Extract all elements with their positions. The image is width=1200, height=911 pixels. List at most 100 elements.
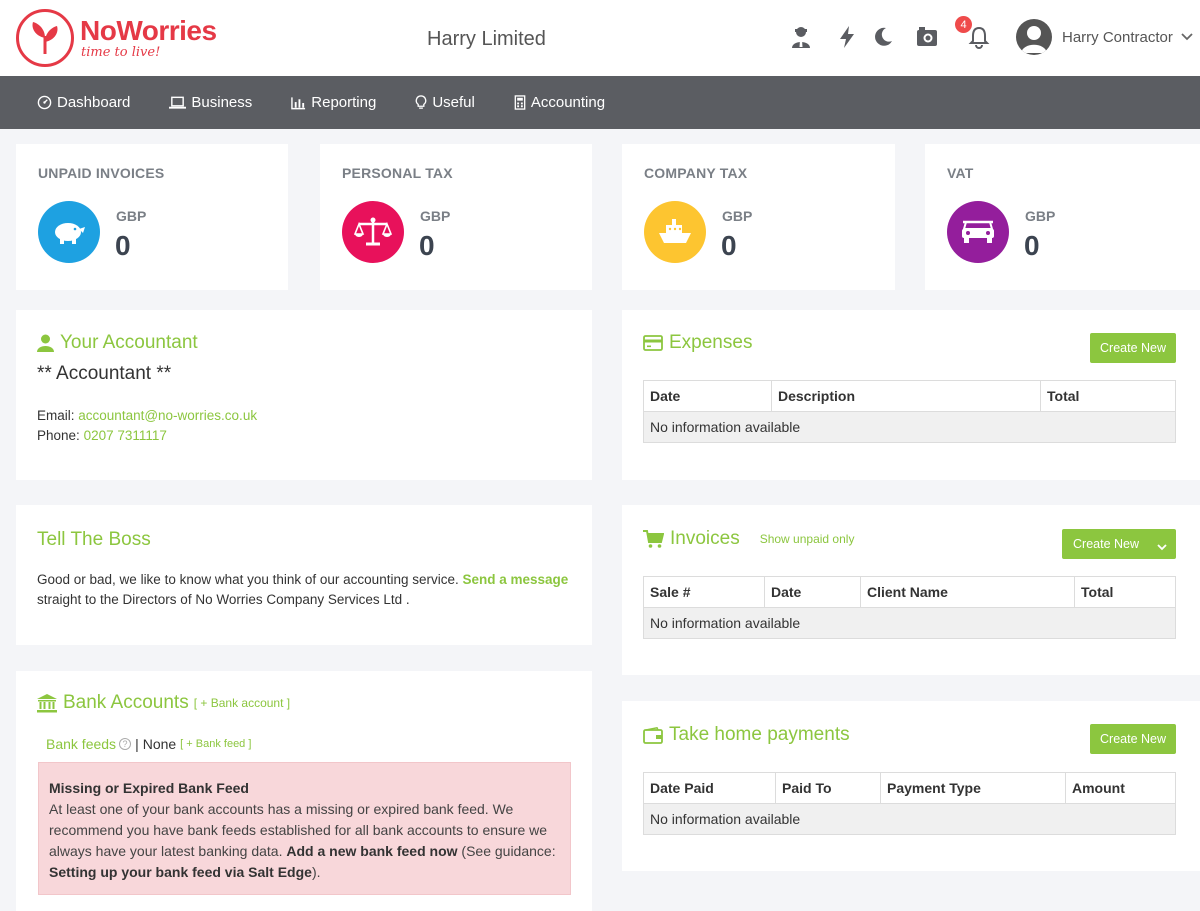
brand-logo[interactable]: NoWorries time to live! bbox=[16, 9, 217, 67]
bank-feeds-link[interactable]: Bank feeds bbox=[46, 736, 116, 752]
piggy-bank-icon bbox=[38, 201, 100, 263]
expenses-panel: Expenses Create New Date Description Tot… bbox=[622, 310, 1200, 480]
column-header[interactable]: Description bbox=[771, 380, 1041, 412]
nav-useful[interactable]: Useful bbox=[415, 94, 475, 111]
nav-accounting[interactable]: Accounting bbox=[514, 94, 605, 111]
help-icon[interactable]: ? bbox=[119, 738, 132, 750]
ship-icon bbox=[644, 201, 706, 263]
nav-label: Reporting bbox=[311, 94, 377, 111]
stat-title: COMPANY TAX bbox=[644, 165, 748, 181]
calculator-icon bbox=[514, 95, 526, 110]
camera-icon[interactable] bbox=[914, 24, 940, 50]
tell-the-boss-panel: Tell The Boss Good or bad, we like to kn… bbox=[16, 505, 592, 645]
shopping-cart-icon bbox=[643, 529, 664, 548]
boss-text: Good or bad, we like to know what you th… bbox=[37, 572, 459, 587]
nav-business[interactable]: Business bbox=[169, 94, 252, 111]
column-header[interactable]: Paid To bbox=[775, 772, 881, 804]
credit-card-icon bbox=[643, 335, 663, 351]
alert-text: ). bbox=[311, 864, 321, 880]
column-header[interactable]: Date bbox=[764, 576, 861, 608]
stat-value: 0 bbox=[115, 230, 131, 261]
email-label: Email: bbox=[37, 408, 75, 423]
panel-title: Expenses bbox=[669, 332, 753, 353]
column-header[interactable]: Sale # bbox=[643, 576, 765, 608]
panel-title: Tell The Boss bbox=[37, 529, 151, 550]
create-new-invoice-button[interactable]: Create New bbox=[1062, 529, 1176, 559]
empty-row: No information available bbox=[643, 803, 1176, 835]
car-icon bbox=[947, 201, 1009, 263]
feeds-separator: | bbox=[135, 736, 139, 752]
stat-value: 0 bbox=[419, 230, 435, 261]
missing-bank-feed-alert: Missing or Expired Bank Feed At least on… bbox=[38, 762, 571, 895]
column-header[interactable]: Date Paid bbox=[643, 772, 776, 804]
top-header: NoWorries time to live! Harry Limited 4 … bbox=[0, 0, 1200, 76]
chevron-down-icon[interactable] bbox=[1157, 540, 1167, 554]
create-new-expense-button[interactable]: Create New bbox=[1090, 333, 1176, 363]
lightning-icon[interactable] bbox=[834, 24, 860, 50]
avatar bbox=[1016, 19, 1052, 55]
notification-badge: 4 bbox=[955, 16, 972, 33]
nav-reporting[interactable]: Reporting bbox=[291, 94, 376, 111]
wallet-icon bbox=[643, 726, 663, 744]
stat-title: UNPAID INVOICES bbox=[38, 165, 165, 181]
brand-name: NoWorries bbox=[80, 15, 217, 46]
bar-chart-icon bbox=[291, 96, 306, 109]
user-name: Harry Contractor bbox=[1062, 28, 1173, 46]
stat-title: PERSONAL TAX bbox=[342, 165, 453, 181]
accountant-name: ** Accountant ** bbox=[37, 363, 172, 384]
stat-value: 0 bbox=[721, 230, 737, 261]
column-header[interactable]: Payment Type bbox=[880, 772, 1066, 804]
boss-text: straight to the Directors of No Worries … bbox=[37, 592, 410, 607]
stat-currency: GBP bbox=[420, 208, 451, 224]
user-tie-icon[interactable] bbox=[788, 24, 814, 50]
stat-title: VAT bbox=[947, 165, 974, 181]
empty-row: No information available bbox=[643, 607, 1176, 639]
column-header[interactable]: Total bbox=[1040, 380, 1176, 412]
create-new-payment-button[interactable]: Create New bbox=[1090, 724, 1176, 754]
stat-card-vat[interactable]: VAT GBP 0 bbox=[925, 144, 1200, 290]
accountant-panel: Your Accountant ** Accountant ** Email: … bbox=[16, 310, 592, 480]
company-name[interactable]: Harry Limited bbox=[427, 28, 546, 51]
salt-edge-guide-link[interactable]: Setting up your bank feed via Salt Edge bbox=[49, 864, 312, 880]
bank-icon bbox=[37, 693, 57, 712]
column-header[interactable]: Total bbox=[1074, 576, 1176, 608]
accountant-email-link[interactable]: accountant@no-worries.co.uk bbox=[78, 408, 257, 423]
column-header[interactable]: Client Name bbox=[860, 576, 1075, 608]
button-label: Create New bbox=[1073, 537, 1139, 551]
alert-title: Missing or Expired Bank Feed bbox=[49, 780, 249, 796]
stat-currency: GBP bbox=[116, 208, 147, 224]
send-message-link[interactable]: Send a message bbox=[463, 572, 569, 587]
expenses-table: Date Description Total No information av… bbox=[643, 380, 1176, 443]
stat-card-personal-tax[interactable]: PERSONAL TAX GBP 0 bbox=[320, 144, 592, 290]
payments-table: Date Paid Paid To Payment Type Amount No… bbox=[643, 772, 1176, 835]
show-unpaid-only-link[interactable]: Show unpaid only bbox=[760, 532, 855, 546]
main-nav: Dashboard Business Reporting Useful Acco… bbox=[0, 76, 1200, 129]
invoices-panel: Invoices Show unpaid only Create New Sal… bbox=[622, 505, 1200, 675]
panel-title: Bank Accounts bbox=[63, 692, 189, 713]
stat-currency: GBP bbox=[722, 208, 753, 224]
accountant-phone-link[interactable]: 0207 7311117 bbox=[84, 428, 167, 443]
add-bank-feed-now-link[interactable]: Add a new bank feed now bbox=[286, 843, 457, 859]
nav-label: Dashboard bbox=[57, 94, 131, 111]
nav-dashboard[interactable]: Dashboard bbox=[37, 94, 130, 111]
column-header[interactable]: Date bbox=[643, 380, 772, 412]
add-bank-account-link[interactable]: [ + Bank account ] bbox=[194, 696, 290, 710]
chevron-down-icon bbox=[1181, 28, 1193, 46]
user-menu[interactable]: Harry Contractor bbox=[1016, 19, 1193, 55]
panel-title: Your Accountant bbox=[60, 332, 198, 353]
stat-card-company-tax[interactable]: COMPANY TAX GBP 0 bbox=[622, 144, 895, 290]
laptop-icon bbox=[169, 96, 187, 109]
feeds-value: None bbox=[142, 736, 177, 752]
stat-card-unpaid-invoices[interactable]: UNPAID INVOICES GBP 0 bbox=[16, 144, 288, 290]
nav-label: Useful bbox=[432, 94, 475, 111]
dashboard-icon bbox=[37, 95, 52, 110]
bell-icon[interactable]: 4 bbox=[955, 16, 992, 50]
alert-text: (See guidance: bbox=[461, 843, 556, 859]
phone-label: Phone: bbox=[37, 428, 80, 443]
moon-icon[interactable] bbox=[870, 24, 896, 50]
brand-tagline: time to live! bbox=[81, 45, 161, 60]
nav-label: Accounting bbox=[530, 94, 606, 111]
leaf-logo-icon bbox=[16, 9, 74, 67]
column-header[interactable]: Amount bbox=[1065, 772, 1176, 804]
add-bank-feed-link[interactable]: [ + Bank feed ] bbox=[180, 738, 251, 750]
